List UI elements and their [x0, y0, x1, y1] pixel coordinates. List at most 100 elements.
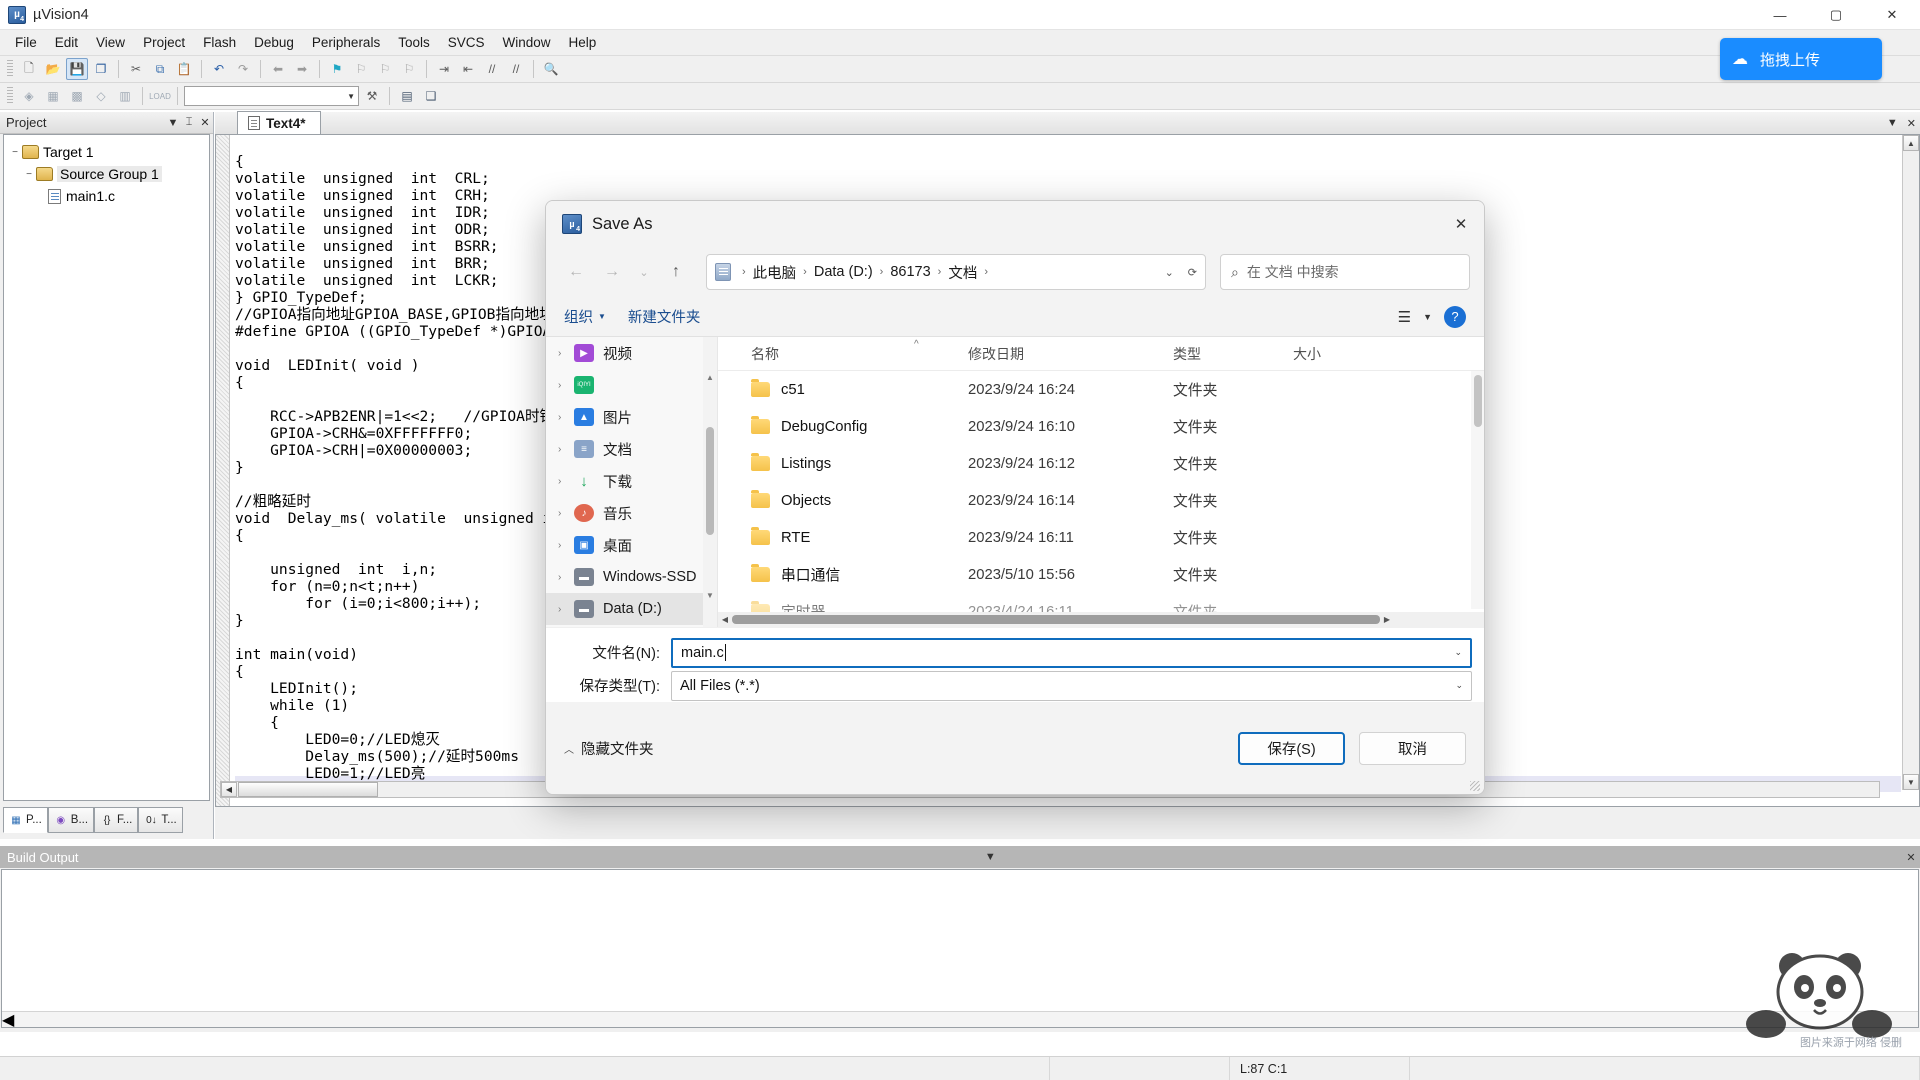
stop-build-icon[interactable]: ▥ [114, 85, 136, 107]
close-button[interactable]: ✕ [1864, 0, 1920, 30]
cancel-button[interactable]: 取消 [1359, 731, 1466, 765]
chevron-down-icon[interactable]: ▼ [981, 851, 999, 863]
menu-edit[interactable]: Edit [46, 32, 87, 53]
indent-icon[interactable]: ⇥ [433, 58, 455, 80]
view-list-icon[interactable]: ☰ [1398, 308, 1411, 326]
scroll-up-icon[interactable]: ▲ [703, 373, 717, 387]
save-all-icon[interactable]: ❐ [90, 58, 112, 80]
editor-tab-text4[interactable]: Text4* [237, 111, 321, 134]
filename-input[interactable]: main.c ⌄ [671, 637, 1472, 668]
nav-item-music[interactable]: › ♪ 音乐 [546, 497, 717, 529]
editor-vertical-scrollbar[interactable]: ▲ ▼ [1902, 135, 1919, 790]
bookmark-toggle-icon[interactable]: ⚑ [326, 58, 348, 80]
close-icon[interactable]: ✕ [1907, 117, 1916, 130]
scroll-left-icon[interactable]: ◀ [2, 1010, 14, 1030]
tab-functions[interactable]: {} F... [94, 807, 139, 833]
menu-debug[interactable]: Debug [245, 32, 303, 53]
expander-icon[interactable]: − [8, 147, 22, 158]
nav-item-desktop[interactable]: › ▣ 桌面 [546, 529, 717, 561]
save-button[interactable]: 保存(S) [1238, 731, 1345, 765]
table-row[interactable]: 串口通信 2023/5/10 15:56 文件夹 [718, 556, 1484, 593]
scroll-down-icon[interactable]: ▼ [703, 591, 717, 605]
nav-item-videos[interactable]: › ▶ 视频 [546, 337, 717, 369]
search-box[interactable]: ⌕ 在 文档 中搜索 [1220, 254, 1470, 290]
build-output-scrollbar[interactable]: ◀ [2, 1010, 1918, 1030]
table-row[interactable]: RTE 2023/9/24 16:11 文件夹 [718, 519, 1484, 556]
menu-tools[interactable]: Tools [389, 32, 439, 53]
minimize-button[interactable]: — [1752, 0, 1808, 30]
menu-view[interactable]: View [87, 32, 134, 53]
scrollbar-thumb[interactable] [1474, 375, 1482, 427]
build-icon[interactable]: ▦ [42, 85, 64, 107]
manage-components-icon[interactable]: ▤ [396, 85, 418, 107]
organize-button[interactable]: 组织 ▼ [564, 306, 606, 327]
breadcrumb-documents[interactable]: 文档 [946, 262, 979, 283]
build-output-content[interactable]: ◀ [1, 869, 1919, 1030]
multi-project-icon[interactable]: ❑ [420, 85, 442, 107]
help-icon[interactable]: ? [1444, 305, 1466, 328]
scroll-left-icon[interactable]: ◀ [221, 782, 237, 797]
expander-icon[interactable]: − [22, 169, 36, 180]
chevron-right-icon[interactable]: › [558, 380, 574, 391]
tab-templates[interactable]: 0↓ T... [138, 807, 183, 833]
scroll-left-icon[interactable]: ◀ [718, 615, 732, 624]
toolbar-grip[interactable] [7, 60, 13, 78]
menu-peripherals[interactable]: Peripherals [303, 32, 389, 53]
nav-item-iqiyi[interactable]: › iQIYI [546, 369, 717, 401]
dialog-close-button[interactable]: ✕ [1438, 201, 1484, 247]
nav-item-windows-ssd[interactable]: › ▬ Windows-SSD [546, 561, 717, 593]
column-header-name[interactable]: 名称 [718, 344, 968, 364]
batch-build-icon[interactable]: ◇ [90, 85, 112, 107]
scroll-right-icon[interactable]: ▶ [1380, 615, 1394, 624]
nav-item-downloads[interactable]: › ↓ 下载 [546, 465, 717, 497]
breadcrumb-data-d[interactable]: Data (D:) [812, 264, 875, 280]
pin-icon[interactable]: ⌶ [181, 116, 197, 129]
chevron-right-icon[interactable]: › [558, 508, 574, 519]
menu-svcs[interactable]: SVCS [439, 32, 494, 53]
translate-icon[interactable]: ◈ [18, 85, 40, 107]
nav-item-data-d[interactable]: › ▬ Data (D:) [546, 593, 717, 625]
chevron-down-icon[interactable]: ▼ [165, 117, 181, 129]
comment-icon[interactable]: // [481, 58, 503, 80]
filetype-select[interactable]: All Files (*.*) ⌄ [671, 670, 1472, 701]
nav-pane-scrollbar[interactable]: ▲ ▼ [703, 337, 717, 627]
menu-help[interactable]: Help [560, 32, 606, 53]
address-bar[interactable]: › 此电脑 › Data (D:) › 86173 › 文档 › ⌄ ⟳ [706, 254, 1206, 290]
load-icon[interactable]: LOAD [149, 85, 171, 107]
chevron-down-icon[interactable]: ⌄ [1165, 266, 1174, 279]
chevron-down-icon[interactable]: ⌄ [1455, 680, 1463, 691]
menu-project[interactable]: Project [134, 32, 194, 53]
refresh-icon[interactable]: ⟳ [1188, 266, 1197, 279]
target-options-icon[interactable]: ⚒ [361, 85, 383, 107]
cut-icon[interactable]: ✂ [125, 58, 147, 80]
nav-item-documents[interactable]: › ≡ 文档 [546, 433, 717, 465]
drag-upload-widget[interactable]: ☁ 拖拽上传 [1720, 38, 1882, 80]
close-icon[interactable]: ✕ [197, 116, 213, 129]
table-row[interactable]: Objects 2023/9/24 16:14 文件夹 [718, 482, 1484, 519]
column-header-type[interactable]: 类型 [1173, 344, 1293, 364]
chevron-right-icon[interactable]: › [558, 572, 574, 583]
arrow-up-icon[interactable]: ↑ [660, 256, 692, 288]
chevron-down-icon[interactable]: ▼ [1887, 117, 1898, 130]
scrollbar-thumb[interactable] [238, 782, 378, 797]
hide-folders-toggle[interactable]: ︿ 隐藏文件夹 [564, 738, 654, 759]
scrollbar-thumb[interactable] [732, 615, 1380, 624]
search-input[interactable]: 在 文档 中搜索 [1247, 262, 1339, 282]
chevron-down-icon[interactable]: ⌄ [1454, 647, 1462, 658]
column-header-size[interactable]: 大小 [1293, 344, 1484, 364]
target-select[interactable]: ▼ [184, 86, 359, 106]
rebuild-icon[interactable]: ▩ [66, 85, 88, 107]
copy-icon[interactable]: ⧉ [149, 58, 171, 80]
open-file-icon[interactable]: 📂 [42, 58, 64, 80]
undo-icon[interactable]: ↶ [208, 58, 230, 80]
menu-window[interactable]: Window [493, 32, 559, 53]
paste-icon[interactable]: 📋 [173, 58, 195, 80]
navigate-forward-icon[interactable]: ➡ [291, 58, 313, 80]
outdent-icon[interactable]: ⇤ [457, 58, 479, 80]
uncomment-icon[interactable]: // [505, 58, 527, 80]
breadcrumb-86173[interactable]: 86173 [888, 264, 932, 280]
navigate-back-icon[interactable]: ⬅ [267, 58, 289, 80]
redo-icon[interactable]: ↷ [232, 58, 254, 80]
chevron-right-icon[interactable]: › [558, 540, 574, 551]
chevron-right-icon[interactable]: › [558, 348, 574, 359]
